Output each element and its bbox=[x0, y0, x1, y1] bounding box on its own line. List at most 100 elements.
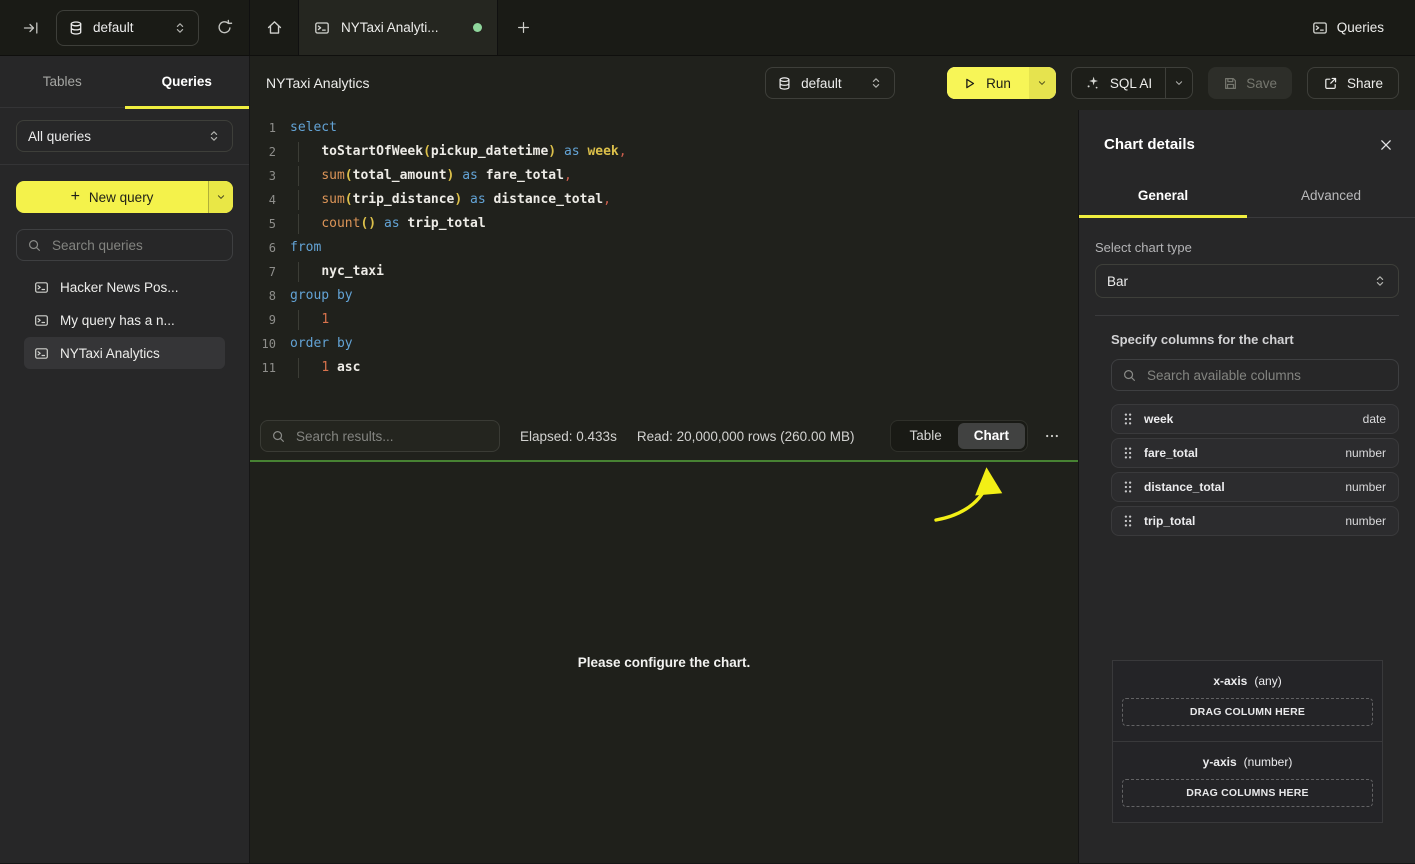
indent-guide bbox=[298, 166, 299, 186]
sql-ai-button[interactable]: SQL AI bbox=[1071, 67, 1193, 99]
database-selector[interactable]: default bbox=[56, 10, 199, 46]
run-options-dropdown[interactable] bbox=[1029, 67, 1056, 99]
sidebar-tabs: Tables Queries bbox=[0, 56, 249, 108]
query-search bbox=[16, 229, 233, 261]
chart-type-select[interactable]: Bar bbox=[1095, 264, 1399, 298]
run-database-selector[interactable]: default bbox=[765, 67, 895, 99]
column-chip-trip_total[interactable]: trip_totalnumber bbox=[1111, 506, 1399, 536]
sql-ai-main[interactable]: SQL AI bbox=[1072, 68, 1165, 98]
run-database-value: default bbox=[801, 76, 842, 91]
close-panel-button[interactable] bbox=[1379, 138, 1393, 152]
column-chip-distance_total[interactable]: distance_totalnumber bbox=[1111, 472, 1399, 502]
new-query-button[interactable]: + New query bbox=[16, 181, 233, 213]
new-query-main[interactable]: + New query bbox=[16, 181, 208, 213]
query-list-item[interactable]: NYTaxi Analytics bbox=[24, 337, 225, 369]
new-query-dropdown[interactable] bbox=[208, 181, 233, 213]
y-axis-dropzone[interactable]: DRAG COLUMNS HERE bbox=[1122, 779, 1373, 807]
chart-panel-tabs: General Advanced bbox=[1079, 175, 1415, 218]
column-type: number bbox=[1345, 446, 1386, 460]
code-text: count() as trip_total bbox=[290, 212, 486, 236]
code-line: 1select bbox=[250, 116, 1078, 140]
columns-search-input[interactable] bbox=[1145, 367, 1388, 384]
share-button[interactable]: Share bbox=[1307, 67, 1399, 99]
drag-handle-icon bbox=[1123, 446, 1133, 460]
chart-details-panel: Chart details General Advanced Select ch… bbox=[1078, 110, 1415, 863]
results-more-button[interactable] bbox=[1040, 424, 1064, 448]
line-number: 4 bbox=[250, 188, 276, 212]
indent-guide bbox=[298, 142, 299, 162]
database-icon bbox=[777, 76, 792, 91]
run-button-main[interactable]: Run bbox=[947, 67, 1029, 99]
unsaved-changes-dot bbox=[473, 23, 482, 32]
top-bar-left: default bbox=[0, 0, 250, 55]
arrow-to-bar-icon bbox=[23, 20, 39, 36]
line-number: 11 bbox=[250, 356, 276, 380]
column-name: trip_total bbox=[1144, 514, 1195, 528]
indent-guide bbox=[298, 262, 299, 282]
sparkles-icon bbox=[1085, 75, 1101, 91]
line-number: 10 bbox=[250, 332, 276, 356]
queries-panel-button[interactable]: Queries bbox=[1306, 19, 1390, 37]
tab-general[interactable]: General bbox=[1079, 175, 1247, 217]
results-search-input[interactable] bbox=[294, 428, 489, 445]
indent-guide bbox=[298, 214, 299, 234]
axis-config-panel: x-axis(any)DRAG COLUMN HEREy-axis(number… bbox=[1112, 660, 1383, 823]
run-button[interactable]: Run bbox=[947, 67, 1056, 99]
chart-panel-header: Chart details bbox=[1079, 110, 1415, 175]
tab-advanced[interactable]: Advanced bbox=[1247, 175, 1415, 217]
sql-editor[interactable]: 1select2 toStartOfWeek(pickup_datetime) … bbox=[250, 110, 1078, 412]
chevron-updown-icon bbox=[207, 129, 221, 143]
chart-panel-title: Chart details bbox=[1104, 136, 1195, 153]
columns-search bbox=[1111, 359, 1399, 391]
code-text: sum(total_amount) as fare_total, bbox=[290, 164, 572, 188]
chevron-down-icon bbox=[215, 191, 227, 203]
indent-guide bbox=[298, 358, 299, 378]
column-list: weekdatefare_totalnumberdistance_totalnu… bbox=[1111, 404, 1399, 536]
code-line: 11 1 asc bbox=[250, 356, 1078, 380]
column-name: distance_total bbox=[1144, 480, 1225, 494]
line-number: 1 bbox=[250, 116, 276, 140]
indent-guide bbox=[298, 310, 299, 330]
chevron-updown-icon bbox=[869, 76, 883, 90]
drag-handle-icon bbox=[1123, 480, 1133, 494]
columns-block: Specify columns for the chart weekdatefa… bbox=[1111, 332, 1399, 540]
sql-console-app: default NYTaxi Analyti... Que bbox=[0, 0, 1415, 863]
database-icon bbox=[68, 20, 84, 36]
sidebar-tab-queries[interactable]: Queries bbox=[125, 56, 250, 107]
sql-ai-dropdown[interactable] bbox=[1165, 68, 1192, 98]
query-list-item[interactable]: My query has a n... bbox=[24, 304, 225, 336]
column-chip-fare_total[interactable]: fare_totalnumber bbox=[1111, 438, 1399, 468]
new-tab-button[interactable] bbox=[498, 0, 548, 55]
view-toggle-chart[interactable]: Chart bbox=[958, 423, 1025, 449]
code-text: 1 asc bbox=[290, 356, 360, 380]
sidebar-tab-tables[interactable]: Tables bbox=[0, 56, 125, 107]
plus-icon bbox=[516, 20, 531, 35]
content-body: 1select2 toStartOfWeek(pickup_datetime) … bbox=[250, 110, 1415, 863]
sql-ai-label: SQL AI bbox=[1110, 76, 1152, 91]
terminal-icon bbox=[34, 280, 49, 295]
collapse-sidebar-button[interactable] bbox=[23, 20, 39, 36]
share-button-label: Share bbox=[1347, 76, 1383, 91]
save-button-label: Save bbox=[1246, 76, 1277, 91]
code-line: 10order by bbox=[250, 332, 1078, 356]
panel-spacer bbox=[1095, 540, 1399, 660]
save-button[interactable]: Save bbox=[1208, 67, 1292, 99]
x-axis-dropzone[interactable]: DRAG COLUMN HERE bbox=[1122, 698, 1373, 726]
chart-type-label: Select chart type bbox=[1095, 240, 1399, 255]
home-tab[interactable] bbox=[250, 0, 298, 55]
ellipsis-icon bbox=[1044, 428, 1060, 444]
column-chip-week[interactable]: weekdate bbox=[1111, 404, 1399, 434]
chart-area: Please configure the chart. bbox=[250, 462, 1078, 863]
line-number: 8 bbox=[250, 284, 276, 308]
tab-nytaxi-analytics[interactable]: NYTaxi Analyti... bbox=[298, 0, 498, 55]
query-list-item[interactable]: Hacker News Pos... bbox=[24, 271, 225, 303]
results-search bbox=[260, 420, 500, 452]
results-toolbar: Elapsed: 0.433s Read: 20,000,000 rows (2… bbox=[250, 412, 1078, 460]
query-search-input[interactable] bbox=[50, 237, 222, 254]
query-filter-select[interactable]: All queries bbox=[16, 120, 233, 152]
refresh-button[interactable] bbox=[216, 19, 233, 36]
search-icon bbox=[1122, 368, 1137, 383]
view-toggle-table[interactable]: Table bbox=[893, 423, 957, 449]
terminal-icon bbox=[34, 313, 49, 328]
y-axis-section: y-axis(number)DRAG COLUMNS HERE bbox=[1113, 741, 1382, 822]
